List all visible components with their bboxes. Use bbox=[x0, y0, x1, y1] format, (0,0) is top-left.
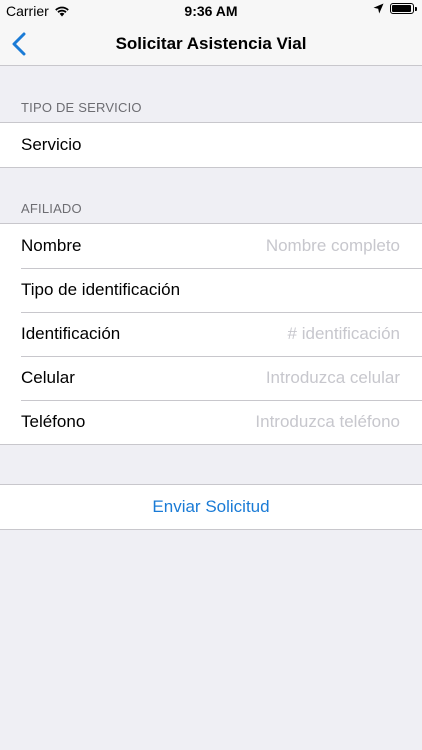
service-group: Servicio bbox=[0, 122, 422, 168]
mobile-row: Celular bbox=[0, 356, 422, 400]
id-type-label: Tipo de identificación bbox=[21, 280, 181, 299]
name-label: Nombre bbox=[21, 236, 82, 255]
page-title: Solicitar Asistencia Vial bbox=[115, 34, 307, 53]
battery-level-fill bbox=[392, 5, 411, 12]
phone-input[interactable] bbox=[95, 411, 402, 433]
id-input[interactable] bbox=[130, 323, 402, 345]
id-row: Identificación bbox=[0, 312, 422, 356]
name-input[interactable] bbox=[91, 235, 402, 257]
id-label: Identificación bbox=[21, 324, 121, 343]
section-header-service: TIPO DE SERVICIO bbox=[21, 100, 142, 115]
service-label: Servicio bbox=[21, 135, 82, 154]
affiliate-group: Nombre Tipo de identificación Identifica… bbox=[0, 223, 422, 445]
submit-request-button[interactable]: Enviar Solicitud bbox=[0, 485, 422, 529]
name-row: Nombre bbox=[0, 224, 422, 268]
phone-label: Teléfono bbox=[21, 412, 86, 431]
status-bar: Carrier 9:36 AM bbox=[0, 0, 422, 22]
battery-icon bbox=[390, 3, 417, 14]
navigation-bar: Solicitar Asistencia Vial bbox=[0, 22, 422, 66]
section-header-affiliate: AFILIADO bbox=[21, 201, 82, 216]
id-type-row[interactable]: Tipo de identificación bbox=[0, 268, 422, 312]
location-arrow-icon bbox=[373, 3, 384, 14]
mobile-input[interactable] bbox=[84, 367, 402, 389]
submit-group: Enviar Solicitud bbox=[0, 484, 422, 530]
phone-row: Teléfono bbox=[0, 400, 422, 444]
mobile-label: Celular bbox=[21, 368, 75, 387]
service-row[interactable]: Servicio bbox=[0, 123, 422, 167]
clock: 9:36 AM bbox=[184, 3, 238, 19]
status-right-group bbox=[373, 3, 417, 14]
